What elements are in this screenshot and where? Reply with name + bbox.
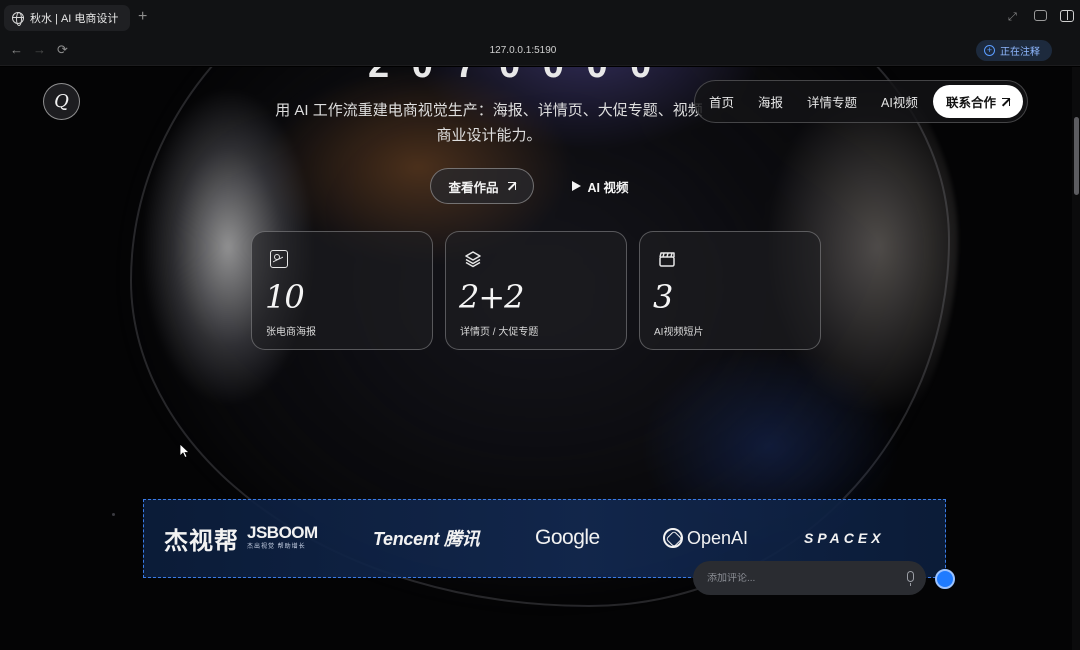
arrow-up-right-icon — [507, 182, 516, 190]
browser-tabbar: 秋水 | AI 电商设计 + ⤢ — [0, 0, 1080, 36]
nav-link-ai-video[interactable]: AI视频 — [881, 92, 918, 111]
address-bar: ← → ⟳ 127.0.0.1:5190 + 正在注释 — [0, 36, 1080, 66]
stat-value: 2+2 — [459, 278, 525, 316]
stat-label: 张电商海报 — [266, 327, 316, 338]
stat-label: AI视频短片 — [654, 327, 704, 338]
brand-google-logo: Google — [535, 526, 600, 549]
hero-title-clipped: 2 0 7 0 0 0 0 — [368, 67, 657, 85]
brand-openai-text: OpenAI — [687, 527, 749, 548]
browser-tab[interactable]: 秋水 | AI 电商设计 — [4, 5, 130, 31]
clapperboard-icon — [658, 250, 676, 268]
brand-spacex-logo: SPACEX — [804, 530, 885, 546]
brand-jsb-slogan: 杰出视觉 帮助增长 — [247, 544, 306, 550]
brand-jsb-en: JSBOOM — [247, 523, 318, 542]
logo-letter: Q — [54, 91, 69, 112]
stat-value: 10 — [265, 278, 305, 316]
stat-card-detail: 2+2 详情页 / 大促专题 — [445, 231, 627, 350]
stat-label: 详情页 / 大促专题 — [460, 327, 539, 338]
nav-link-posters[interactable]: 海报 — [758, 92, 783, 111]
scrollbar-thumb[interactable] — [1074, 117, 1079, 195]
comment-bar — [693, 561, 926, 595]
brand-openai-logo: OpenAI — [663, 522, 748, 554]
nav-link-home[interactable]: 首页 — [709, 92, 734, 111]
play-icon — [571, 181, 581, 191]
stat-value: 3 — [653, 278, 673, 316]
contact-button[interactable]: 联系合作 — [933, 85, 1023, 118]
openai-knot-icon — [663, 528, 683, 548]
stat-card-video: 3 AI视频短片 — [639, 231, 821, 350]
arrow-up-right-icon — [1002, 97, 1010, 106]
brand-jsb-cn: 杰视帮 — [164, 527, 239, 555]
page-scrollbar[interactable] — [1072, 67, 1080, 650]
view-works-label: 查看作品 — [448, 180, 499, 195]
tab-title: 秋水 | AI 电商设计 — [30, 13, 118, 25]
page-viewport: 2 0 7 0 0 0 0 Q 用 AI 工作流重建电商视觉生产：海报、详情页、… — [0, 67, 1080, 650]
hero-subtitle: 用 AI 工作流重建电商视觉生产：海报、详情页、大促专题、视频 商业设计能力。 — [254, 98, 724, 148]
microphone-icon[interactable] — [907, 571, 914, 586]
plus-circle-icon: + — [984, 45, 995, 56]
brand-tencent-logo: Tencent 腾讯 — [373, 529, 480, 549]
sidebar-toggle-icon[interactable] — [1060, 10, 1074, 22]
comment-input[interactable] — [707, 572, 887, 584]
nav-link-detail[interactable]: 详情专题 — [807, 92, 857, 111]
window-icon[interactable] — [1034, 10, 1047, 21]
url-text[interactable]: 127.0.0.1:5190 — [0, 45, 1046, 56]
ai-video-button[interactable]: AI 视频 — [560, 168, 640, 204]
image-icon — [270, 250, 288, 268]
view-works-button[interactable]: 查看作品 — [430, 168, 534, 204]
ai-video-label: AI 视频 — [587, 180, 629, 195]
site-nav: 首页 海报 详情专题 AI视频 联系合作 — [694, 80, 1028, 123]
decorative-dot — [112, 513, 115, 516]
brand-jsb-en-group: JSBOOM 杰出视觉 帮助增长 — [247, 524, 318, 552]
site-logo[interactable]: Q — [43, 83, 80, 120]
globe-icon — [12, 12, 24, 26]
subtitle-line-2: 商业设计能力。 — [436, 127, 542, 144]
minimize-icon[interactable]: ⤢ — [1008, 10, 1017, 24]
layers-icon — [464, 250, 482, 268]
annotate-label: 正在注释 — [1000, 47, 1040, 58]
annotate-button[interactable]: + 正在注释 — [976, 40, 1052, 61]
plus-icon[interactable]: + — [138, 7, 147, 27]
subtitle-line-1: 用 AI 工作流重建电商视觉生产：海报、详情页、大促专题、视频 — [275, 102, 703, 119]
stat-card-posters: 10 张电商海报 — [251, 231, 433, 350]
comment-pin[interactable] — [935, 569, 955, 589]
brand-jsboom-logo: 杰视帮 JSBOOM 杰出视觉 帮助增长 — [164, 522, 318, 555]
contact-label: 联系合作 — [945, 96, 996, 110]
